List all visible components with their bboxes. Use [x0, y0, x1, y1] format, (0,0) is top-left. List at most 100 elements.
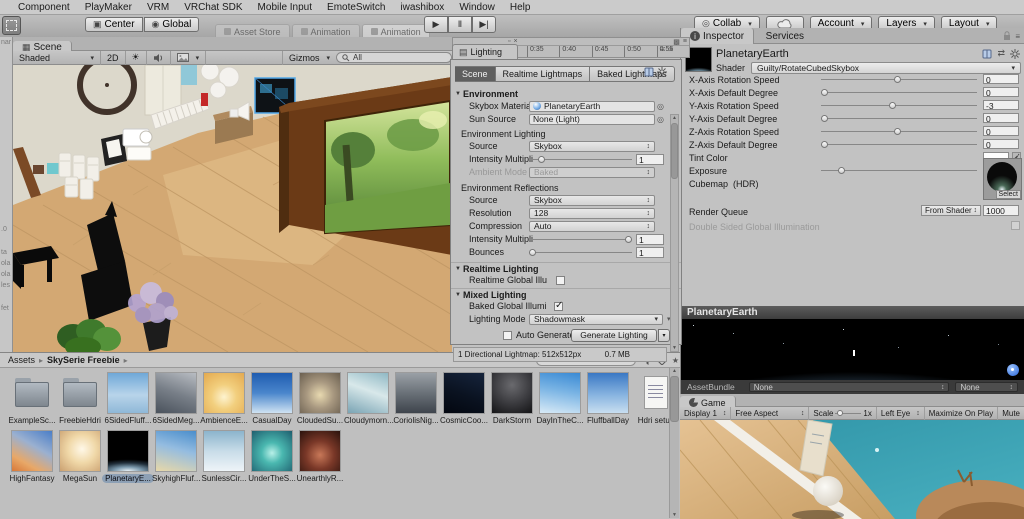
- intensity-value-field[interactable]: 1: [636, 153, 664, 165]
- property-slider[interactable]: [820, 87, 977, 97]
- compression-dropdown[interactable]: Auto ↕: [529, 220, 655, 232]
- intensity-slider[interactable]: [529, 154, 632, 164]
- asset-item[interactable]: CosmicCoo...: [440, 372, 488, 431]
- object-picker-icon[interactable]: ◎: [657, 102, 664, 111]
- property-value-field[interactable]: -3: [983, 100, 1019, 111]
- bounces-value-field[interactable]: 1: [636, 246, 664, 258]
- property-value-field[interactable]: 0: [983, 74, 1019, 85]
- asset-thumbnail[interactable]: [60, 373, 100, 413]
- shading-mode-dropdown[interactable]: Shaded ▾: [13, 50, 101, 65]
- book-icon[interactable]: [982, 49, 992, 59]
- asset-item[interactable]: HighFantasy: [8, 430, 56, 489]
- scroll-down-icon[interactable]: ▼: [670, 512, 679, 518]
- asset-thumbnail[interactable]: [59, 430, 101, 472]
- asset-thumbnail[interactable]: [587, 372, 629, 414]
- property-slider[interactable]: [821, 100, 977, 110]
- asset-thumbnail[interactable]: [107, 430, 149, 472]
- menu-item[interactable]: VRM: [147, 2, 169, 13]
- asset-item[interactable]: CloudedSu...: [296, 372, 344, 431]
- asset-item[interactable]: SkyhighFluf...: [152, 430, 200, 489]
- scene-effects-dropdown[interactable]: ▾: [171, 50, 207, 65]
- game-viewport[interactable]: [680, 420, 1024, 519]
- aspect-dropdown[interactable]: Free Aspect ↕: [731, 406, 810, 420]
- asset-thumbnail[interactable]: [155, 430, 197, 472]
- menu-item[interactable]: EmoteSwitch: [327, 2, 385, 13]
- asset-thumbnail[interactable]: [203, 430, 245, 472]
- sun-source-field[interactable]: None (Light): [529, 113, 655, 125]
- material-preview-header[interactable]: PlanetaryEarth: [681, 306, 1024, 319]
- refl-intensity-slider[interactable]: [529, 234, 633, 244]
- pivot-center-button[interactable]: ▣ Center: [85, 17, 143, 32]
- asset-thumbnail[interactable]: [251, 430, 293, 472]
- menu-item[interactable]: Window: [459, 2, 495, 13]
- property-value-field[interactable]: 0: [983, 87, 1019, 98]
- asset-thumbnail[interactable]: [443, 372, 485, 414]
- cubemap-select-button[interactable]: Select: [995, 190, 1021, 199]
- cubemap-texture-slot[interactable]: Select: [983, 158, 1022, 200]
- slider-knob[interactable]: [820, 114, 828, 122]
- background-tab[interactable]: Animation: [291, 24, 360, 38]
- refl-source-dropdown[interactable]: Skybox ↕: [529, 194, 655, 206]
- asset-item[interactable]: Cloudymorn...: [344, 372, 394, 431]
- menu-item[interactable]: iwashibox: [400, 2, 444, 13]
- gear-icon[interactable]: [1010, 48, 1020, 59]
- asset-item[interactable]: DayInTheC...: [536, 372, 584, 431]
- asset-thumbnail[interactable]: [539, 372, 581, 414]
- scale-slider[interactable]: [835, 409, 862, 417]
- auto-generate-checkbox[interactable]: [503, 330, 512, 340]
- property-value-field[interactable]: 0: [983, 139, 1019, 150]
- refl-intensity-value-field[interactable]: 1: [636, 233, 664, 245]
- material-preview-viewport[interactable]: [681, 319, 1024, 380]
- baked-gi-checkbox[interactable]: [554, 300, 563, 311]
- slider-knob[interactable]: [537, 155, 545, 163]
- scene-search-input[interactable]: All: [336, 52, 452, 63]
- asset-thumbnail[interactable]: [107, 372, 149, 414]
- slider-knob[interactable]: [625, 235, 633, 243]
- property-slider[interactable]: [820, 139, 977, 149]
- object-picker-icon[interactable]: ◎: [657, 115, 664, 124]
- lighting-scrollbar[interactable]: ▲ ▼: [670, 114, 679, 352]
- asset-thumbnail[interactable]: [251, 372, 293, 414]
- background-tab[interactable]: Asset Store: [215, 24, 290, 38]
- rect-transform-tool-icon[interactable]: [2, 16, 21, 35]
- asset-item[interactable]: UnderTheS...: [248, 430, 296, 489]
- asset-item[interactable]: CoriolisNig...: [392, 372, 440, 431]
- scale-control[interactable]: Scale 1x: [809, 406, 877, 420]
- assetbundle-dropdown[interactable]: None ↕: [748, 382, 950, 392]
- presets-icon[interactable]: ⇄: [997, 48, 1005, 59]
- asset-item[interactable]: AmbienceE...: [200, 372, 248, 431]
- display-dropdown[interactable]: Display 1 ↕: [680, 406, 732, 420]
- space-global-button[interactable]: ◉ Global: [143, 17, 200, 32]
- menu-item[interactable]: Mobile Input: [258, 2, 312, 13]
- forest-painting[interactable]: [324, 99, 451, 235]
- asset-thumbnail[interactable]: [12, 373, 52, 413]
- toggle-2d-button[interactable]: 2D: [101, 50, 126, 65]
- property-value-field[interactable]: 0: [983, 126, 1019, 137]
- slider-knob[interactable]: [820, 140, 828, 148]
- asset-item[interactable]: FluffballDay: [584, 372, 632, 431]
- realtime-gi-checkbox[interactable]: [556, 275, 565, 285]
- lighting-window-tab[interactable]: ▤ Lighting: [452, 44, 518, 59]
- scroll-up-icon[interactable]: ▲: [671, 115, 678, 121]
- small-brown-box[interactable]: [33, 165, 44, 174]
- menu-item[interactable]: VRChat SDK: [184, 2, 242, 13]
- eye-dropdown[interactable]: Left Eye ↕: [877, 406, 925, 420]
- scrollbar-thumb[interactable]: [671, 123, 678, 179]
- maximize-on-play-button[interactable]: Maximize On Play: [925, 406, 999, 420]
- scrollbar-thumb[interactable]: [670, 376, 679, 422]
- realtime-lighting-header[interactable]: ▼ Realtime Lighting: [451, 262, 681, 274]
- asset-thumbnail[interactable]: [299, 430, 341, 472]
- asset-item[interactable]: FreebieHdri: [56, 373, 104, 431]
- asset-item[interactable]: UnearthlyR...: [296, 430, 344, 489]
- generate-lighting-button[interactable]: Generate Lighting: [571, 328, 657, 342]
- asset-thumbnail[interactable]: [155, 372, 197, 414]
- menu-icon[interactable]: ≡: [1015, 32, 1020, 41]
- exposure-slider[interactable]: [821, 165, 977, 175]
- property-slider[interactable]: [821, 74, 977, 84]
- asset-thumbnail[interactable]: [395, 372, 437, 414]
- play-button[interactable]: ▶: [424, 16, 448, 33]
- menu-item[interactable]: PlayMaker: [85, 2, 132, 13]
- slider-knob[interactable]: [820, 88, 828, 96]
- close-icon[interactable]: ×: [669, 45, 674, 54]
- mixed-lighting-header[interactable]: ▼ Mixed Lighting: [451, 288, 681, 300]
